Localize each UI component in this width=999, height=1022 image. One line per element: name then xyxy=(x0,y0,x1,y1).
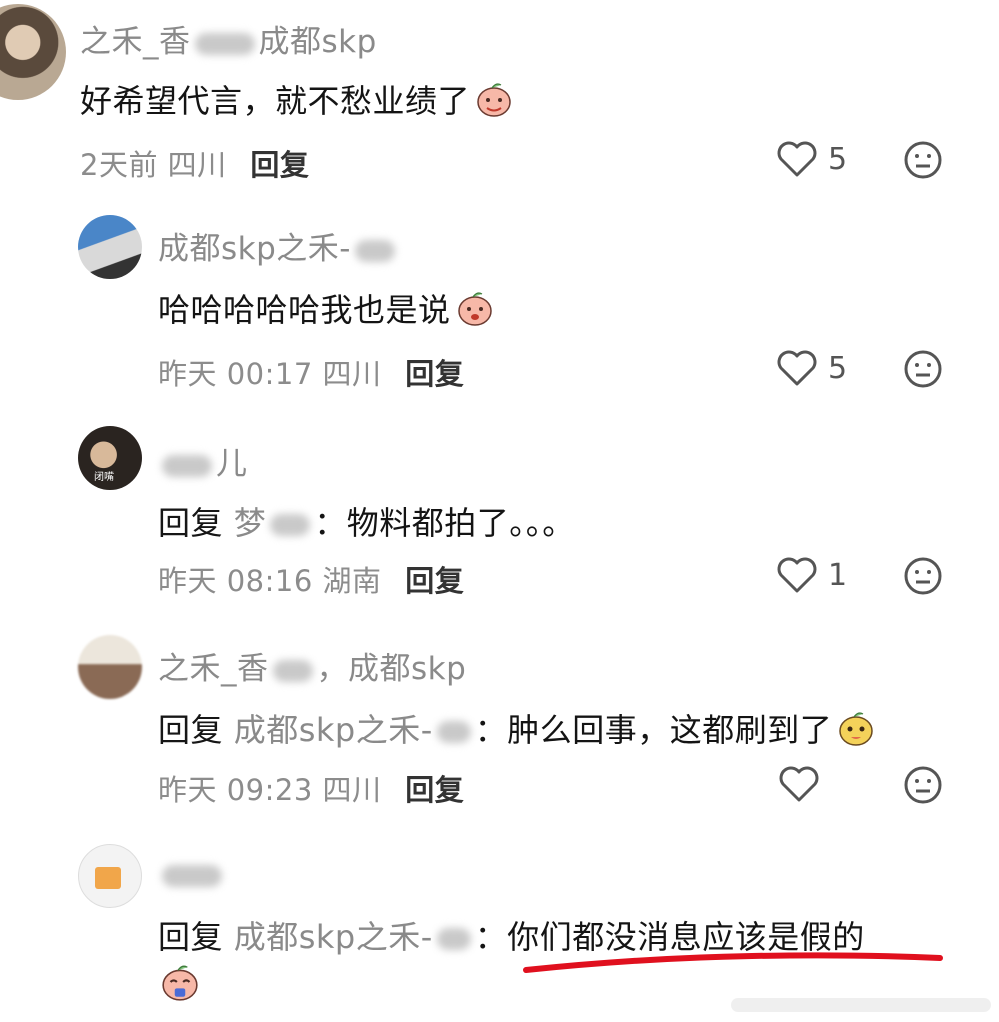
comment-meta: 2天前 四川 回复 xyxy=(80,148,310,182)
like-count: 1 xyxy=(828,557,848,593)
comment-meta: 昨天 00:17 四川 回复 xyxy=(158,357,465,391)
peach-sticker-icon xyxy=(457,292,492,326)
comment-text: 哈哈哈哈哈我也是说 xyxy=(158,285,495,331)
peach-sticker-icon xyxy=(839,712,874,746)
neutral-face-icon[interactable] xyxy=(903,765,943,805)
avatar-caption: 闭嘴 xyxy=(94,472,114,483)
reply-target-user[interactable]: 梦 xyxy=(234,504,315,542)
heart-outline-icon xyxy=(777,141,817,177)
peach-sticker-icon xyxy=(477,83,511,117)
like-button[interactable]: 5 xyxy=(776,349,847,387)
reply-button[interactable]: 回复 xyxy=(250,148,309,182)
heart-outline-icon xyxy=(777,350,817,386)
like-button[interactable] xyxy=(778,765,830,803)
heart-outline-icon xyxy=(779,766,819,802)
comment-text: 回复 成都skp之禾- ：肿么回事，这都刷到了 xyxy=(158,705,876,751)
reply-target-user[interactable]: 成都skp之禾- xyxy=(234,918,475,956)
reply-button[interactable]: 回复 xyxy=(405,564,464,598)
comment-meta: 昨天 09:23 四川 回复 xyxy=(158,773,465,807)
comment-text: 回复 梦：物料都拍了。。。 xyxy=(158,504,575,542)
reply-target-user[interactable]: 成都skp之禾- xyxy=(234,711,475,749)
username[interactable]: 之禾_香 成都skp xyxy=(80,16,377,61)
comment-item: 闭嘴 儿 回复 梦：物料都拍了。。。 昨天 08:16 湖南 回复 1 xyxy=(0,418,999,618)
neutral-face-icon[interactable] xyxy=(903,140,943,180)
like-count: 5 xyxy=(828,141,848,177)
username[interactable]: 之禾_香 ，成都skp xyxy=(158,643,466,688)
neutral-face-icon[interactable] xyxy=(903,349,943,389)
username[interactable]: 成都skp之禾- xyxy=(158,223,399,268)
watermark xyxy=(731,998,991,1012)
like-button[interactable]: 5 xyxy=(776,140,847,178)
username[interactable]: 儿 xyxy=(158,438,248,483)
avatar[interactable] xyxy=(0,4,66,100)
username[interactable] xyxy=(158,856,226,892)
avatar[interactable] xyxy=(78,635,142,699)
like-button[interactable]: 1 xyxy=(776,556,847,594)
avatar[interactable] xyxy=(78,215,142,279)
reply-button[interactable]: 回复 xyxy=(405,773,464,807)
avatar[interactable]: 闭嘴 xyxy=(78,426,142,490)
highlight-underline xyxy=(523,952,943,973)
avatar[interactable] xyxy=(78,844,142,908)
heart-outline-icon xyxy=(777,557,817,593)
comment-item: 之禾_香 成都skp 好希望代言，就不愁业绩了 2天前 四川 回复 5 xyxy=(0,0,999,195)
comment-text: 好希望代言，就不愁业绩了 xyxy=(80,76,514,122)
comment-item: 之禾_香 ，成都skp 回复 成都skp之禾- ：肿么回事，这都刷到了 昨天 09:… xyxy=(0,625,999,825)
comment-item: 成都skp之禾- 哈哈哈哈哈我也是说 昨天 00:17 四川 回复 5 xyxy=(0,205,999,405)
peach-sticker-icon xyxy=(162,965,198,1001)
reply-button[interactable]: 回复 xyxy=(405,357,464,391)
neutral-face-icon[interactable] xyxy=(903,556,943,596)
comment-meta: 昨天 08:16 湖南 回复 xyxy=(158,564,465,598)
like-count: 5 xyxy=(828,350,848,386)
